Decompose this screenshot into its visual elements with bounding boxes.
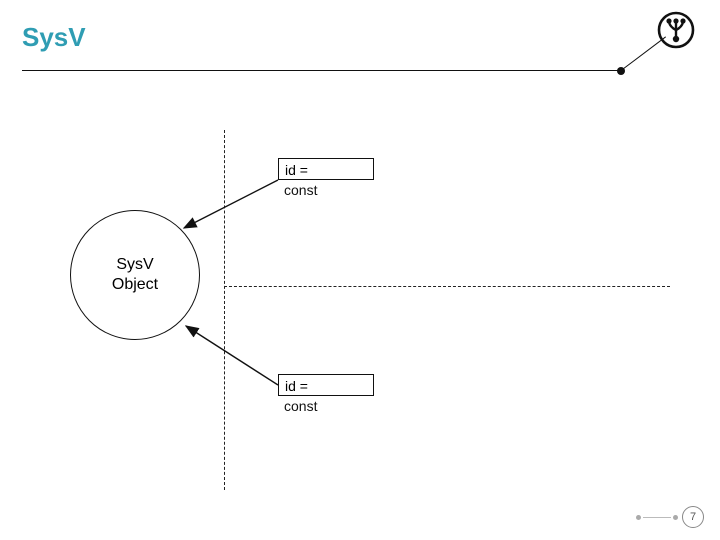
id-box-bottom: id = <box>278 374 374 396</box>
page-number: 7 <box>682 506 704 528</box>
page-number-decoration: 7 <box>636 506 704 528</box>
id-box-top-line1: id = <box>285 161 367 179</box>
page-number-dot-icon <box>673 515 678 520</box>
horizontal-divider-dashed <box>224 286 670 287</box>
id-box-top-line2: const <box>284 182 317 198</box>
page-title: SysV <box>22 22 86 53</box>
vertical-divider-dashed <box>224 130 225 490</box>
page-number-line-icon <box>643 517 671 518</box>
branch-logo-icon <box>656 10 696 50</box>
slide: SysV SysV Object id = const id = const <box>0 0 720 540</box>
id-box-bottom-line1: id = <box>285 377 367 395</box>
sysv-object-label: SysV Object <box>112 255 158 295</box>
header-rule <box>22 70 622 71</box>
page-number-dot-icon <box>636 515 641 520</box>
id-box-top: id = <box>278 158 374 180</box>
id-box-bottom-line2: const <box>284 398 317 414</box>
sysv-object-node: SysV Object <box>70 210 200 340</box>
